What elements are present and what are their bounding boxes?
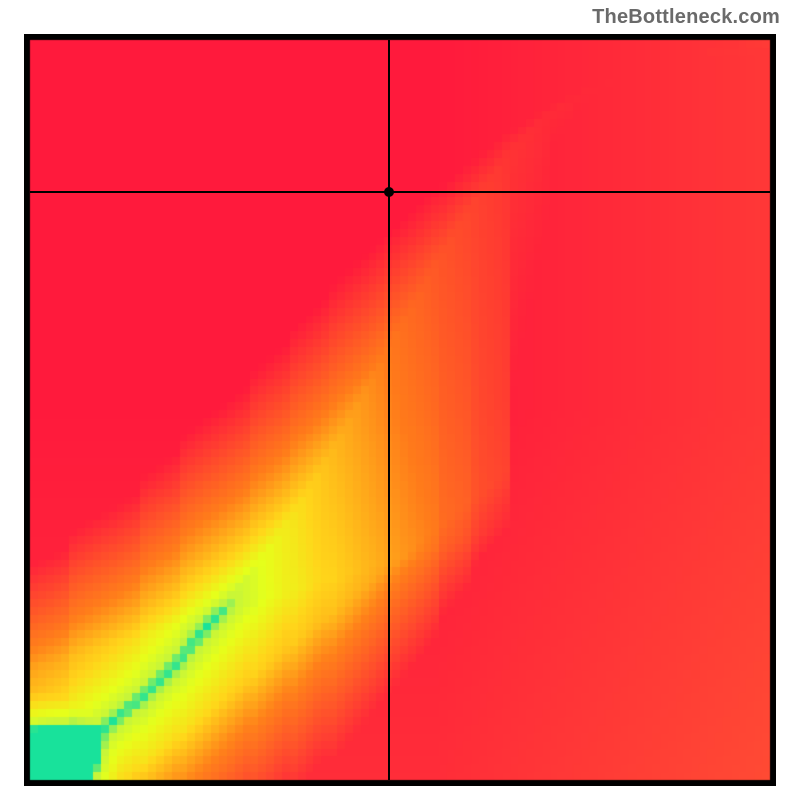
chart-container: TheBottleneck.com — [0, 0, 800, 800]
chart-frame — [24, 34, 776, 786]
heatmap-canvas — [24, 34, 776, 786]
watermark-text: TheBottleneck.com — [592, 6, 780, 29]
